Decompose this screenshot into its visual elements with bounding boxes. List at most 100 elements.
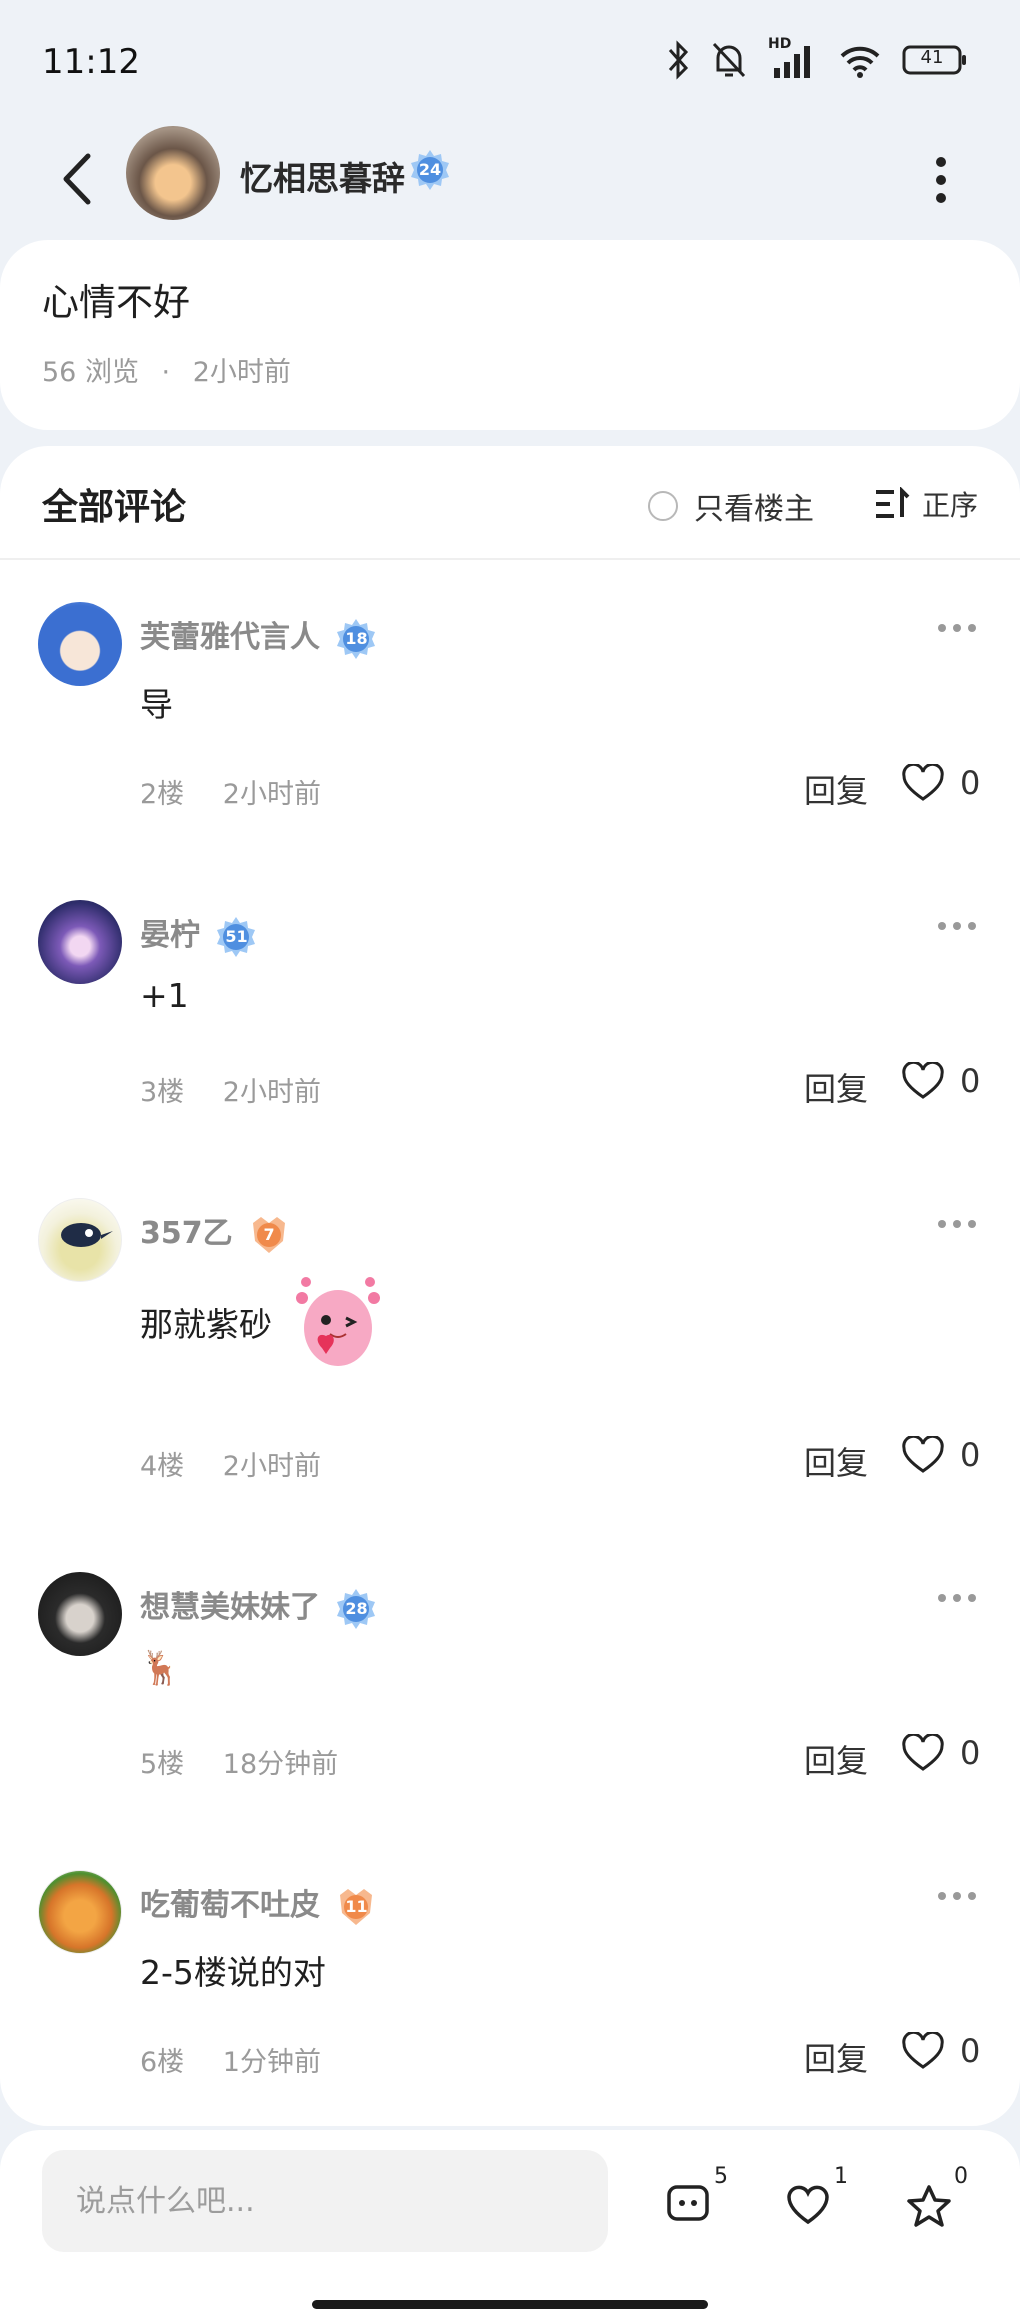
level-badge: 51	[214, 915, 258, 959]
author-level-badge: 24	[408, 148, 452, 192]
commenter-name[interactable]: 晏柠 51	[140, 910, 258, 959]
comment-icon	[667, 2185, 709, 2221]
post-header: 忆相思暮辞 24	[0, 120, 1020, 238]
like-count: 0	[960, 764, 981, 802]
level-number: 11	[345, 1896, 368, 1916]
comment-content: +1	[140, 976, 189, 1015]
comment-time: 2小时前	[222, 1077, 321, 1108]
comment-meta: 6楼 1分钟前	[140, 2040, 321, 2079]
reply-button[interactable]: 回复	[804, 1064, 868, 1110]
divider	[0, 558, 1020, 560]
author-name[interactable]: 忆相思暮辞	[240, 152, 405, 200]
view-count: 56 浏览	[42, 357, 139, 388]
floor-number: 2楼	[140, 779, 185, 810]
heart-icon	[902, 1734, 944, 1771]
level-badge: 11	[334, 1885, 378, 1929]
heart-icon	[902, 764, 944, 801]
commenter-name[interactable]: 芙蕾雅代言人 18	[140, 612, 378, 661]
heart-icon	[787, 2185, 829, 2225]
commenter-name-text: 吃葡萄不吐皮	[140, 1888, 320, 1923]
comment-more-icon[interactable]	[932, 1214, 982, 1234]
battery-icon: 41	[902, 45, 968, 75]
commenter-avatar[interactable]	[38, 602, 122, 686]
more-options-icon[interactable]	[924, 150, 958, 210]
sort-button[interactable]: 正序	[874, 484, 978, 524]
reply-button[interactable]: 回复	[804, 1736, 868, 1782]
comment-meta: 2楼 2小时前	[140, 772, 321, 811]
reply-button[interactable]: 回复	[804, 2034, 868, 2080]
commenter-name-text: 想慧美妹妹了	[140, 1590, 320, 1625]
comment-item: 晏柠 51 +1 3楼 2小时前 回复 0	[0, 900, 1020, 1200]
heart-icon	[902, 1062, 944, 1099]
author-avatar[interactable]	[126, 126, 220, 220]
heart-icon	[902, 1436, 944, 1473]
comment-time: 2小时前	[222, 1451, 321, 1482]
floor-number: 4楼	[140, 1451, 185, 1482]
comment-item: 357乙 7 那就紫砂 4楼 2小时前 回复 0	[0, 1198, 1020, 1574]
like-count: 0	[960, 1062, 981, 1100]
commenter-name-text: 芙蕾雅代言人	[140, 620, 320, 655]
level-number: 51	[225, 926, 248, 946]
reply-button[interactable]: 回复	[804, 766, 868, 812]
author-level: 24	[418, 160, 442, 179]
level-badge: 7	[247, 1213, 291, 1257]
status-icons: HD 41	[666, 36, 968, 80]
sort-icon	[876, 487, 910, 518]
level-number: 7	[263, 1224, 275, 1244]
commenter-avatar[interactable]	[38, 1572, 122, 1656]
commenter-name[interactable]: 吃葡萄不吐皮 11	[140, 1880, 378, 1929]
floor-number: 6楼	[140, 2047, 185, 2078]
only-op-toggle[interactable]: 只看楼主	[648, 484, 814, 528]
like-button[interactable]: 0	[902, 1062, 980, 1100]
comments-button[interactable]: 5	[666, 2164, 736, 2240]
reply-button[interactable]: 回复	[804, 1438, 868, 1484]
post-card: 心情不好 56 浏览 · 2小时前	[0, 240, 1020, 430]
comment-item: 吃葡萄不吐皮 11 2-5楼说的对 6楼 1分钟前 回复 0	[0, 1870, 1020, 2170]
comment-time: 1分钟前	[222, 2047, 321, 2078]
bird-icon	[61, 1223, 113, 1247]
commenter-name-text: 晏柠	[140, 918, 200, 953]
sort-label: 正序	[922, 489, 979, 522]
comment-more-icon[interactable]	[932, 618, 982, 638]
commenter-name[interactable]: 357乙 7	[140, 1208, 291, 1257]
like-button[interactable]: 0	[902, 764, 980, 802]
comment-content: 2-5楼说的对	[140, 1953, 326, 1992]
commenter-avatar[interactable]	[38, 1870, 122, 1954]
like-button[interactable]: 0	[902, 2032, 980, 2070]
comment-meta: 5楼 18分钟前	[140, 1742, 338, 1781]
comment-meta: 3楼 2小时前	[140, 1070, 321, 1109]
only-op-radio[interactable]	[648, 491, 678, 521]
axolotl-sticker	[296, 1277, 380, 1366]
status-bar: 11:12 HD 41	[0, 0, 1020, 120]
wifi-icon	[840, 46, 880, 78]
level-badge: 28	[334, 1587, 378, 1631]
comment-more-icon[interactable]	[932, 1886, 982, 1906]
like-post-button[interactable]: 1	[786, 2164, 856, 2240]
comment-more-icon[interactable]	[932, 1588, 982, 1608]
like-button[interactable]: 0	[902, 1734, 980, 1772]
comment-time: 2小时前	[222, 779, 321, 810]
favorite-button[interactable]: 0	[906, 2164, 976, 2240]
back-button[interactable]	[50, 144, 104, 214]
like-button[interactable]: 0	[902, 1436, 980, 1474]
bluetooth-icon	[668, 40, 689, 80]
comment-more-icon[interactable]	[932, 916, 982, 936]
post-meta: 56 浏览 · 2小时前	[42, 350, 291, 389]
like-count: 0	[960, 1436, 981, 1474]
signal-icon: HD	[768, 36, 818, 80]
comment-content: 🦌	[140, 1648, 182, 1687]
post-title: 心情不好	[42, 281, 190, 324]
battery-level: 41	[920, 47, 944, 68]
level-badge: 18	[334, 617, 378, 661]
commenter-avatar[interactable]	[38, 900, 122, 984]
post-time: 2小时前	[192, 357, 291, 388]
comment-item: 想慧美妹妹了 28 🦌 5楼 18分钟前 回复 0	[0, 1572, 1020, 1872]
commenter-avatar[interactable]	[38, 1198, 122, 1282]
floor-number: 5楼	[140, 1749, 185, 1780]
commenter-name[interactable]: 想慧美妹妹了 28	[140, 1582, 378, 1631]
comment-input[interactable]	[42, 2150, 608, 2252]
star-icon	[907, 2185, 951, 2227]
mute-bell-icon	[712, 42, 746, 78]
level-number: 18	[345, 628, 368, 648]
home-indicator	[312, 2300, 708, 2309]
